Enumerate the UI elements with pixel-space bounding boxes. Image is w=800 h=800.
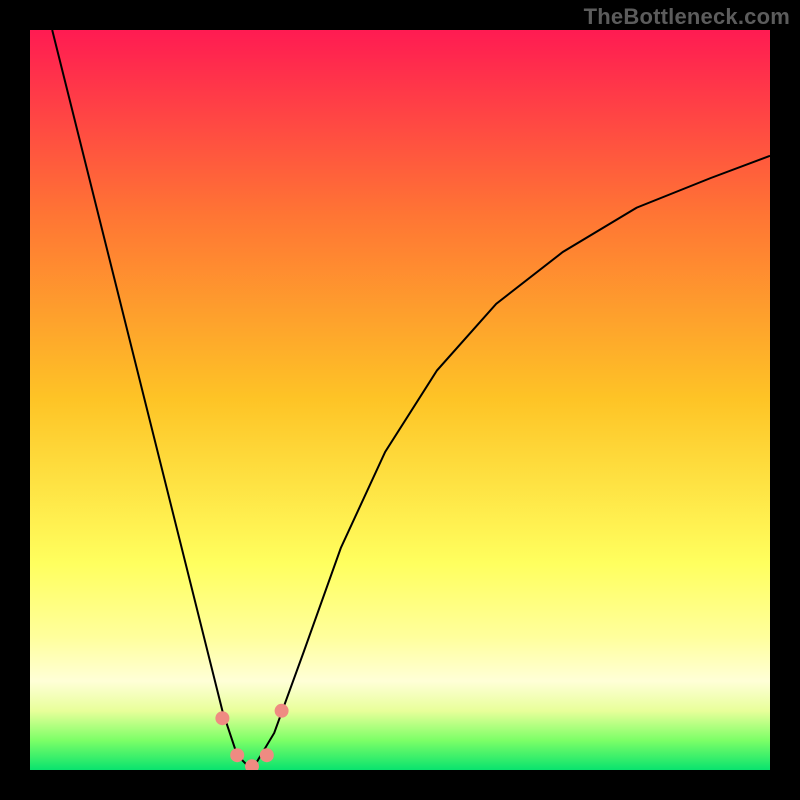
marker-point bbox=[275, 704, 289, 718]
marker-point bbox=[230, 748, 244, 762]
minimum-markers bbox=[215, 704, 288, 770]
watermark-text: TheBottleneck.com bbox=[584, 4, 790, 30]
marker-point bbox=[215, 711, 229, 725]
bottleneck-curve bbox=[52, 30, 770, 770]
marker-point bbox=[260, 748, 274, 762]
curve-overlay bbox=[30, 30, 770, 770]
chart-stage: TheBottleneck.com bbox=[0, 0, 800, 800]
plot-area bbox=[30, 30, 770, 770]
